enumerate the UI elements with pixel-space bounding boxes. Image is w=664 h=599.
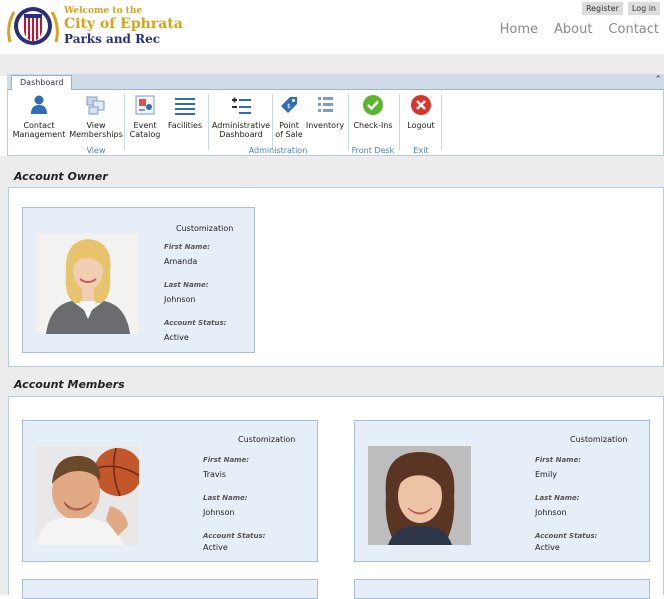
button-label: Management: [12, 130, 66, 139]
account-owner-panel: Customization First Name: Amanda Last Na…: [8, 187, 664, 367]
owner-card[interactable]: Customization First Name: Amanda Last Na…: [22, 207, 255, 353]
button-label: Event: [133, 121, 157, 130]
inventory-icon: [318, 97, 333, 112]
administrative-dashboard-button[interactable]: Administrative Dashboard: [210, 94, 272, 139]
account-members-panel: Customization First Name: Travis Last Na…: [8, 396, 664, 599]
group-view: View: [86, 146, 106, 155]
button-label: Dashboard: [219, 130, 263, 139]
button-label: Administrative: [211, 121, 271, 130]
ribbon-separator: [272, 94, 273, 150]
customization-link[interactable]: Customization: [238, 435, 295, 444]
member-portrait-image: [368, 446, 471, 545]
admin-list-icon: [232, 97, 251, 114]
first-name-value: Amanda: [164, 257, 198, 266]
login-link[interactable]: Log in: [627, 2, 660, 15]
ribbon-tabbar: Dashboard ⌃: [7, 74, 664, 90]
ribbon-separator: [124, 94, 125, 150]
svg-text:$: $: [287, 103, 291, 110]
first-name-value: Travis: [203, 470, 227, 479]
group-administration: Administration: [248, 146, 308, 155]
first-name-value: Emily: [535, 470, 558, 479]
site-logo-text[interactable]: Welcome to the City of Ephrata Parks and…: [64, 6, 183, 46]
button-label: of Sale: [275, 130, 303, 139]
button-label: Contact: [23, 121, 55, 130]
register-link[interactable]: Register: [581, 2, 623, 15]
customization-link[interactable]: Customization: [570, 435, 627, 444]
last-name-value: Johnson: [203, 508, 235, 517]
city-seal-icon[interactable]: [4, 2, 62, 52]
button-label: View: [86, 121, 106, 130]
button-label: Facilities: [167, 121, 203, 130]
group-front-desk: Front Desk: [351, 146, 395, 155]
button-label: Inventory: [305, 121, 345, 130]
member-photo: [368, 446, 471, 545]
member-photo: [36, 446, 139, 545]
ribbon-body: Contact Management View Memberships Even…: [7, 90, 664, 156]
facilities-button[interactable]: Facilities: [166, 94, 204, 130]
checkmark-icon: [363, 95, 383, 115]
account-status-label: Account Status:: [535, 532, 598, 540]
inventory-button[interactable]: Inventory: [304, 94, 346, 130]
check-ins-button[interactable]: Check-Ins: [350, 94, 396, 130]
contact-management-button[interactable]: Contact Management: [10, 94, 68, 139]
first-name-label: First Name:: [164, 243, 211, 251]
member-card[interactable]: [354, 579, 650, 599]
account-owner-title: Account Owner: [0, 167, 664, 187]
header-band: [0, 54, 664, 76]
ribbon-separator: [348, 94, 349, 150]
last-name-value: Johnson: [535, 508, 567, 517]
group-exit: Exit: [413, 146, 429, 155]
button-label: Point: [279, 121, 299, 130]
last-name-label: Last Name:: [164, 281, 209, 289]
account-members-title: Account Members: [0, 375, 664, 395]
last-name-label: Last Name:: [203, 494, 248, 502]
account-status-value: Active: [203, 543, 228, 552]
nav-home[interactable]: Home: [500, 22, 538, 37]
event-catalog-button[interactable]: Event Catalog: [126, 94, 164, 139]
ribbon-separator: [399, 94, 400, 150]
nav-contact[interactable]: Contact: [608, 22, 659, 37]
tag-icon: $: [281, 97, 297, 113]
account-status-label: Account Status:: [164, 319, 227, 327]
logout-icon: [411, 95, 431, 115]
first-name-label: First Name:: [203, 456, 250, 464]
first-name-label: First Name:: [535, 456, 582, 464]
button-label: Catalog: [129, 130, 161, 139]
main-nav: Home About Contact: [500, 22, 659, 37]
button-label: Logout: [407, 121, 435, 130]
member-card[interactable]: [22, 579, 318, 599]
tab-dashboard[interactable]: Dashboard: [11, 75, 73, 90]
owner-portrait-image: [36, 233, 139, 334]
collapse-ribbon-icon[interactable]: ⌃: [654, 75, 662, 85]
button-label: Memberships: [69, 130, 123, 139]
site-header: Welcome to the City of Ephrata Parks and…: [0, 0, 664, 54]
ribbon-separator: [208, 94, 209, 150]
person-icon: [31, 95, 47, 114]
last-name-label: Last Name:: [535, 494, 580, 502]
ribbon-separator: [441, 94, 442, 150]
list-icon: [175, 98, 195, 115]
account-status-value: Active: [535, 543, 560, 552]
nav-about[interactable]: About: [554, 22, 592, 37]
member-card[interactable]: Customization First Name: Emily Last Nam…: [354, 420, 650, 562]
last-name-value: Johnson: [164, 295, 196, 304]
customization-link[interactable]: Customization: [176, 224, 233, 233]
logo-city: City of Ephrata: [64, 16, 183, 32]
point-of-sale-button[interactable]: $ Point of Sale: [274, 94, 304, 139]
catalog-icon: [135, 95, 155, 115]
owner-photo: [36, 233, 139, 334]
member-portrait-image: [36, 446, 139, 545]
logout-button[interactable]: Logout: [401, 94, 441, 130]
logo-parks: Parks and Rec: [64, 32, 161, 46]
account-status-value: Active: [164, 333, 189, 342]
logo-welcome: Welcome to the: [64, 6, 143, 16]
ribbon: Dashboard ⌃ Contact Management View Memb…: [7, 74, 664, 156]
member-card[interactable]: Customization First Name: Travis Last Na…: [22, 420, 318, 562]
cards-icon: [86, 96, 105, 115]
button-label: Check-Ins: [353, 121, 393, 130]
account-links: Register Log in: [581, 2, 660, 15]
account-status-label: Account Status:: [203, 532, 266, 540]
view-memberships-button[interactable]: View Memberships: [68, 94, 124, 139]
